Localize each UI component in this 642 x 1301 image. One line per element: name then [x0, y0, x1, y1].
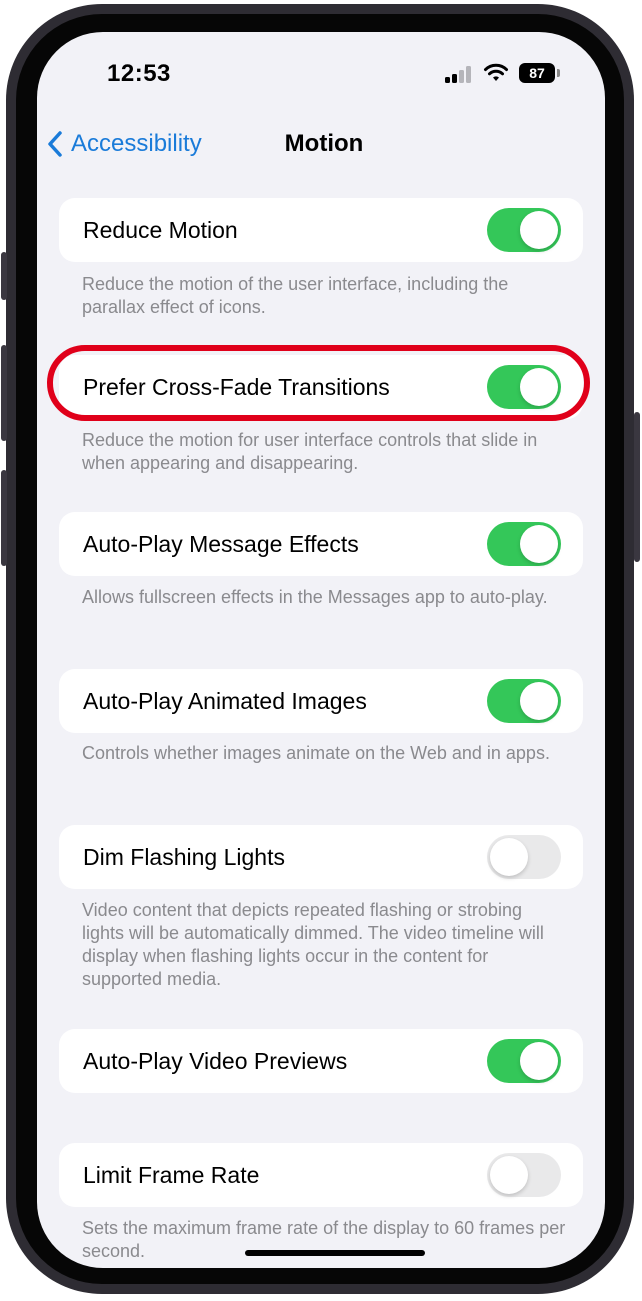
navigation-bar: Accessibility Motion	[37, 122, 605, 166]
setting-row-dim-flashing-lights: Dim Flashing Lights	[59, 825, 583, 889]
home-indicator	[245, 1250, 425, 1256]
setting-description: Controls whether images animate on the W…	[82, 743, 550, 763]
volume-up-button	[1, 345, 7, 441]
settings-screen: 12:53 87 Accessibility Motion Reduce Mot…	[37, 32, 605, 1268]
setting-label: Auto-Play Video Previews	[83, 1048, 348, 1074]
setting-label: Auto-Play Animated Images	[83, 688, 367, 714]
auto-play-video-previews-toggle[interactable]	[487, 1039, 561, 1083]
reduce-motion-toggle[interactable]	[487, 208, 561, 252]
auto-play-message-effects-toggle[interactable]	[487, 522, 561, 566]
toggle-knob	[520, 682, 558, 720]
setting-label: Reduce Motion	[83, 217, 238, 243]
toggle-knob	[520, 211, 558, 249]
action-button	[1, 252, 7, 300]
setting-description: Video content that depicts repeated flas…	[82, 900, 544, 989]
toggle-knob	[520, 1042, 558, 1080]
battery-cap	[557, 69, 560, 77]
setting-description: Reduce the motion of the user interface,…	[82, 274, 509, 317]
status-time: 12:53	[107, 60, 171, 87]
highlight-annotation	[47, 345, 590, 421]
volume-down-button	[1, 470, 7, 566]
setting-description: Sets the maximum frame rate of the displ…	[82, 1218, 566, 1261]
power-button	[634, 412, 640, 562]
setting-label: Dim Flashing Lights	[83, 844, 285, 870]
setting-label: Auto-Play Message Effects	[83, 531, 359, 557]
setting-description: Allows fullscreen effects in the Message…	[82, 587, 548, 607]
toggle-knob	[520, 525, 558, 563]
setting-row-auto-play-message-effects: Auto-Play Message Effects	[59, 512, 583, 576]
setting-row-reduce-motion: Reduce Motion	[59, 198, 583, 262]
setting-label: Limit Frame Rate	[83, 1162, 260, 1188]
wifi-icon	[484, 63, 508, 81]
toggle-knob	[490, 838, 528, 876]
auto-play-animated-images-toggle[interactable]	[487, 679, 561, 723]
toggle-knob	[490, 1156, 528, 1194]
battery-icon: 87	[519, 63, 555, 83]
limit-frame-rate-toggle[interactable]	[487, 1153, 561, 1197]
setting-row-auto-play-video-previews: Auto-Play Video Previews	[59, 1029, 583, 1093]
page-title: Motion	[284, 130, 364, 157]
setting-row-limit-frame-rate: Limit Frame Rate	[59, 1143, 583, 1207]
status-bar: 12:53 87	[37, 32, 605, 112]
setting-row-auto-play-animated-images: Auto-Play Animated Images	[59, 669, 583, 733]
setting-description: Reduce the motion for user interface con…	[82, 430, 538, 473]
dim-flashing-lights-toggle[interactable]	[487, 835, 561, 879]
cellular-signal-icon	[445, 66, 475, 83]
